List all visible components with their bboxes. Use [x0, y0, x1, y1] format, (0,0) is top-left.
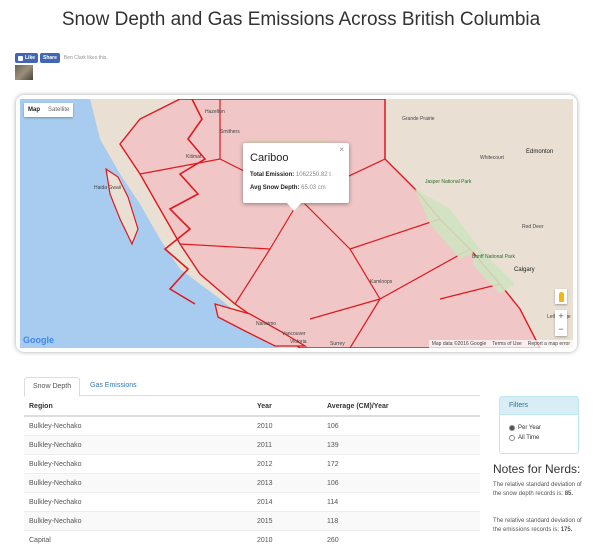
place-label: Red Deer — [522, 224, 544, 230]
table-row: Bulkley-Nechako 2012 172 — [24, 454, 480, 474]
notes-heading: Notes for Nerds: — [493, 462, 581, 476]
map-canvas[interactable]: Map Satellite Grande Prairie Whitecourt … — [20, 99, 573, 348]
filters-heading: Filters — [500, 397, 578, 415]
total-emission-row: Total Emission: 1062250.82 t — [250, 172, 331, 178]
facebook-share-button[interactable]: Share — [40, 53, 60, 63]
tab-snow-depth[interactable]: Snow Depth — [24, 377, 81, 397]
place-label: Whitecourt — [480, 155, 504, 161]
notes-emissions: The relative standard deviation of the e… — [493, 518, 582, 533]
friend-avatar[interactable] — [15, 65, 33, 80]
filters-panel: Filters Per Year All Time — [499, 396, 579, 454]
place-label: Grande Prairie — [402, 116, 435, 122]
report-error-link[interactable]: Report a map error — [528, 341, 570, 347]
place-label: Jasper National Park — [425, 179, 472, 185]
notes-snow-depth: The relative standard deviation of the s… — [493, 482, 582, 497]
place-label: Kitimat — [186, 154, 202, 160]
radio-selected-icon[interactable] — [509, 425, 515, 431]
place-label: Banff National Park — [472, 254, 515, 260]
place-label: Victoria — [290, 339, 307, 345]
info-window: × Cariboo Total Emission: 1062250.82 t A… — [243, 143, 349, 211]
table-row: Bulkley-Nechako 2011 139 — [24, 435, 480, 455]
radio-unselected-icon[interactable] — [509, 435, 515, 441]
place-label: Nanaimo — [256, 321, 277, 327]
tab-gas-emissions[interactable]: Gas Emissions — [82, 377, 145, 395]
facebook-like-button[interactable]: Like — [15, 53, 39, 63]
data-tabs: Snow Depth Gas Emissions — [24, 377, 480, 397]
street-view-pegman-icon[interactable] — [555, 289, 567, 304]
zoom-out-button[interactable]: − — [555, 323, 567, 336]
zoom-control: + − — [555, 310, 567, 336]
map-type-map-button[interactable]: Map — [24, 103, 44, 117]
filter-option-all-time[interactable]: All Time — [500, 433, 578, 443]
place-label: Hazelton — [205, 109, 225, 115]
terms-link[interactable]: Terms of Use — [492, 341, 521, 347]
map-container: Map Satellite Grande Prairie Whitecourt … — [16, 95, 577, 352]
zoom-in-button[interactable]: + — [555, 310, 567, 323]
place-label: Calgary — [514, 267, 535, 273]
map-type-control: Map Satellite — [24, 103, 74, 117]
thumbs-up-icon — [18, 55, 23, 61]
google-logo-text: Google — [23, 335, 54, 345]
info-window-title: Cariboo — [250, 152, 289, 164]
facebook-social-text: Ben Clark likes this. — [63, 55, 108, 61]
column-header-average: Average (CM)/Year — [322, 397, 480, 417]
table-row: Capital 2010 260 — [24, 530, 480, 549]
table-row: Bulkley-Nechako 2013 106 — [24, 473, 480, 493]
close-icon[interactable]: × — [339, 145, 344, 154]
place-label: Edmonton — [526, 149, 554, 155]
map-attribution: Map data ©2016 Google Terms of Use Repor… — [428, 340, 573, 348]
place-label: Kamloops — [370, 279, 393, 285]
table-row: Bulkley-Nechako 2014 114 — [24, 492, 480, 512]
map-data-text: Map data ©2016 Google — [431, 341, 487, 347]
data-table: Region Year Average (CM)/Year Bulkley-Ne… — [24, 397, 480, 549]
table-row: Bulkley-Nechako 2015 118 — [24, 511, 480, 531]
google-logo[interactable]: Google — [23, 335, 54, 345]
facebook-widget: Like Share Ben Clark likes this. — [15, 53, 108, 63]
map-shapes — [90, 99, 573, 348]
place-label: Vancouver — [282, 331, 306, 337]
column-header-year: Year — [252, 397, 322, 417]
map-type-satellite-button[interactable]: Satellite — [44, 103, 73, 117]
filter-option-per-year[interactable]: Per Year — [500, 423, 578, 433]
table-row: Bulkley-Nechako 2010 106 — [24, 415, 480, 436]
column-header-region: Region — [24, 397, 252, 417]
page-title: Snow Depth and Gas Emissions Across Brit… — [61, 9, 541, 30]
place-label: Surrey — [330, 341, 345, 347]
place-label: Haida Gwaii — [94, 185, 121, 191]
avg-snow-depth-row: Avg Snow Depth: 65.03 cm — [250, 185, 326, 191]
place-label: Smithers — [220, 129, 240, 135]
